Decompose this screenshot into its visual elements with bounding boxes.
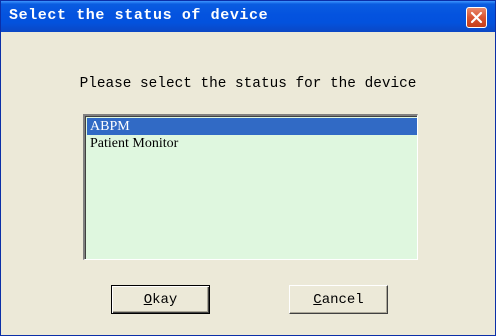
- okay-button[interactable]: Okay: [111, 285, 210, 314]
- close-icon: [470, 11, 483, 24]
- cancel-button[interactable]: Cancel: [289, 285, 388, 314]
- prompt-label: Please select the status for the device: [79, 76, 417, 92]
- dialog-window: Select the status of device Please selec…: [0, 0, 496, 336]
- list-item-abpm[interactable]: ABPM: [87, 118, 417, 135]
- close-button[interactable]: [466, 7, 487, 28]
- title-bar[interactable]: Select the status of device: [1, 1, 495, 32]
- dialog-title: Select the status of device: [9, 7, 269, 24]
- cancel-mnemonic: C: [313, 291, 322, 308]
- status-listbox[interactable]: ABPM Patient Monitor: [83, 114, 418, 260]
- cancel-label: ancel: [321, 291, 364, 308]
- list-item-patient-monitor[interactable]: Patient Monitor: [87, 135, 417, 152]
- okay-mnemonic: O: [143, 291, 153, 308]
- dialog-body: Please select the status for the device …: [4, 32, 492, 332]
- okay-label: kay: [152, 291, 178, 308]
